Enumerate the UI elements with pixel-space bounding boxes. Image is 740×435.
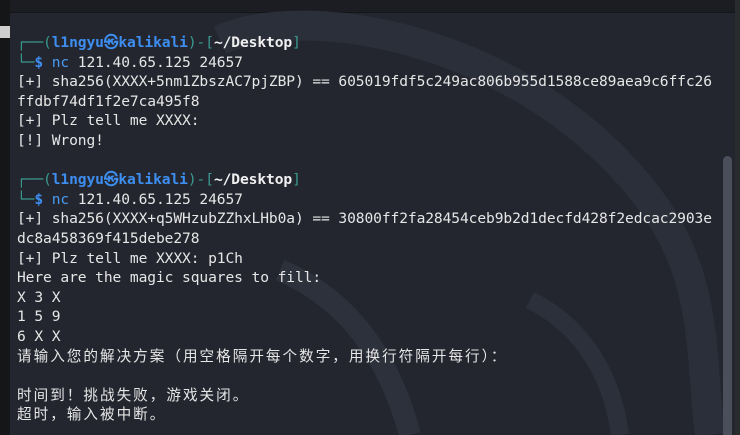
output-line: ffdbf74df1f2e7ca495f8 <box>17 92 200 110</box>
prompt-frame: ] <box>292 34 301 51</box>
prompt-frame: ┌──( <box>17 171 52 189</box>
prompt-at-symbol: ㉿ <box>103 171 119 189</box>
desktop-right-edge <box>735 0 740 435</box>
command-args: 121.40.65.125 24657 <box>69 190 243 208</box>
terminal-window[interactable]: ┌──(l1ngyu㉿kalikali)-[~/Desktop] └─$ nc … <box>10 0 735 435</box>
output-line: [+] Plz tell me XXXX: p1Ch <box>17 249 243 267</box>
prompt-frame: ] <box>292 171 301 189</box>
command-name: nc <box>51 190 70 208</box>
output-line: Here are the magic squares to fill: <box>17 269 322 287</box>
output-line: [+] Plz tell me XXXX: <box>17 112 200 130</box>
command-name: nc <box>51 53 70 71</box>
session-1: ┌──(l1ngyu㉿kalikali)-[~/Desktop] └─$ nc … <box>17 33 712 170</box>
output-line: [+] sha256(XXXX+5nm1ZbszAC7pjZBP) == 605… <box>17 73 712 91</box>
prompt-at-symbol: ㉿ <box>103 34 119 51</box>
output-line: [!] Wrong! <box>17 131 104 149</box>
magic-square-row: 6 X X <box>17 327 61 345</box>
prompt-host: kalikali <box>118 171 188 189</box>
prompt-user: l1ngyu <box>51 34 104 51</box>
prompt-frame: )-[ <box>187 171 214 189</box>
magic-square-row: 1 5 9 <box>17 308 61 326</box>
scrollbar-thumb[interactable] <box>723 156 732 435</box>
magic-square-row: X 3 X <box>17 288 61 306</box>
prompt-cwd: ~/Desktop <box>213 171 293 189</box>
command-line: └─$ nc 121.40.65.125 24657 <box>17 53 712 73</box>
output-line: 请输入您的解决方案（用空格隔开每个数字，用换行符隔开每行）： <box>17 347 508 365</box>
prompt-frame: ┌──( <box>17 34 52 51</box>
output-line: 超时，输入被中断。 <box>17 406 167 424</box>
prompt-line: ┌──(l1ngyu㉿kalikali)-[~/Desktop] <box>17 170 712 190</box>
session-2: ┌──(l1ngyu㉿kalikali)-[~/Desktop] └─$ nc … <box>17 170 712 425</box>
terminal-output[interactable]: ┌──(l1ngyu㉿kalikali)-[~/Desktop] └─$ nc … <box>17 33 712 425</box>
prompt-host: kalikali <box>118 34 188 51</box>
prompt-dollar: $ <box>34 53 52 71</box>
prompt-frame: )-[ <box>187 34 214 51</box>
prompt-line: ┌──(l1ngyu㉿kalikali)-[~/Desktop] <box>17 33 712 53</box>
prompt-user: l1ngyu <box>51 171 104 189</box>
background-window-fragment <box>0 26 10 38</box>
prompt-frame: └─ <box>17 190 35 208</box>
output-line: dc8a458369f415debe278 <box>17 229 200 247</box>
output-line: 时间到！挑战失败，游戏关闭。 <box>17 386 250 404</box>
prompt-dollar: $ <box>34 190 52 208</box>
prompt-frame: └─ <box>17 53 35 71</box>
prompt-cwd: ~/Desktop <box>213 34 293 51</box>
desktop-left-edge <box>0 0 10 435</box>
output-line: [+] sha256(XXXX+q5WHzubZZhxLHb0a) == 308… <box>17 210 712 228</box>
command-line: └─$ nc 121.40.65.125 24657 <box>17 190 712 210</box>
command-args: 121.40.65.125 24657 <box>69 53 243 71</box>
